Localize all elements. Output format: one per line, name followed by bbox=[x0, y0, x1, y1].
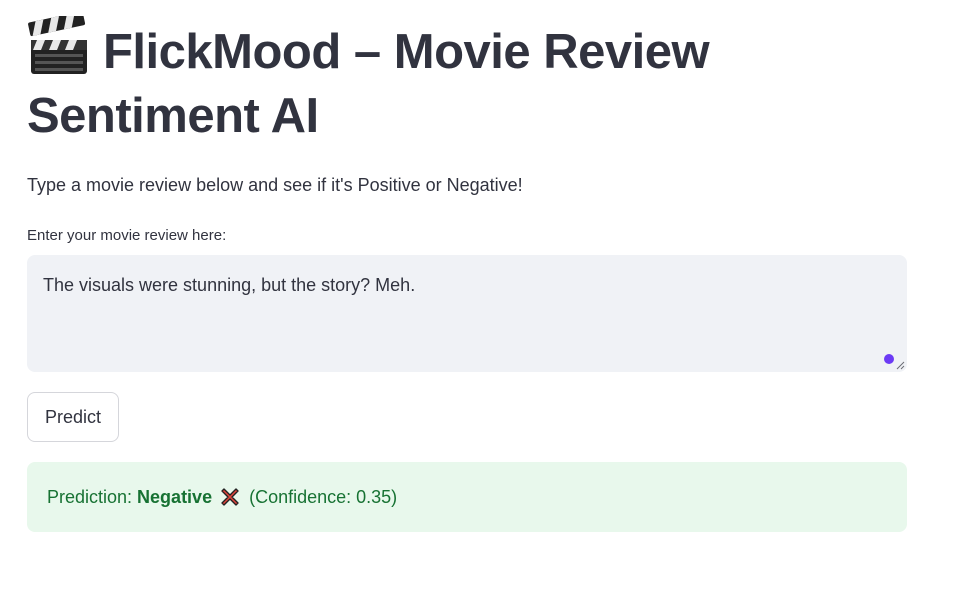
page-title: FlickMood – Movie Review Sentiment AI bbox=[27, 0, 907, 148]
review-input[interactable]: The visuals were stunning, but the story… bbox=[27, 255, 907, 372]
prediction-prefix: Prediction: bbox=[47, 486, 133, 507]
resize-handle-icon[interactable] bbox=[895, 360, 905, 370]
main-container: FlickMood – Movie Review Sentiment AI Ty… bbox=[27, 0, 907, 532]
prediction-result-alert: Prediction: Negative (Confidence: 0.35) bbox=[27, 462, 907, 532]
review-input-container: The visuals were stunning, but the story… bbox=[27, 255, 907, 372]
cross-mark-icon bbox=[221, 488, 239, 506]
clapperboard-icon bbox=[28, 16, 87, 74]
page-title-text: FlickMood – Movie Review Sentiment AI bbox=[27, 25, 710, 143]
prediction-confidence: (Confidence: 0.35) bbox=[249, 486, 398, 507]
subtitle: Type a movie review below and see if it'… bbox=[27, 175, 523, 195]
input-status-dot bbox=[884, 354, 894, 364]
prediction-label: Negative bbox=[137, 486, 213, 507]
review-input-label: Enter your movie review here: bbox=[27, 227, 227, 244]
predict-button[interactable]: Predict bbox=[27, 392, 119, 442]
